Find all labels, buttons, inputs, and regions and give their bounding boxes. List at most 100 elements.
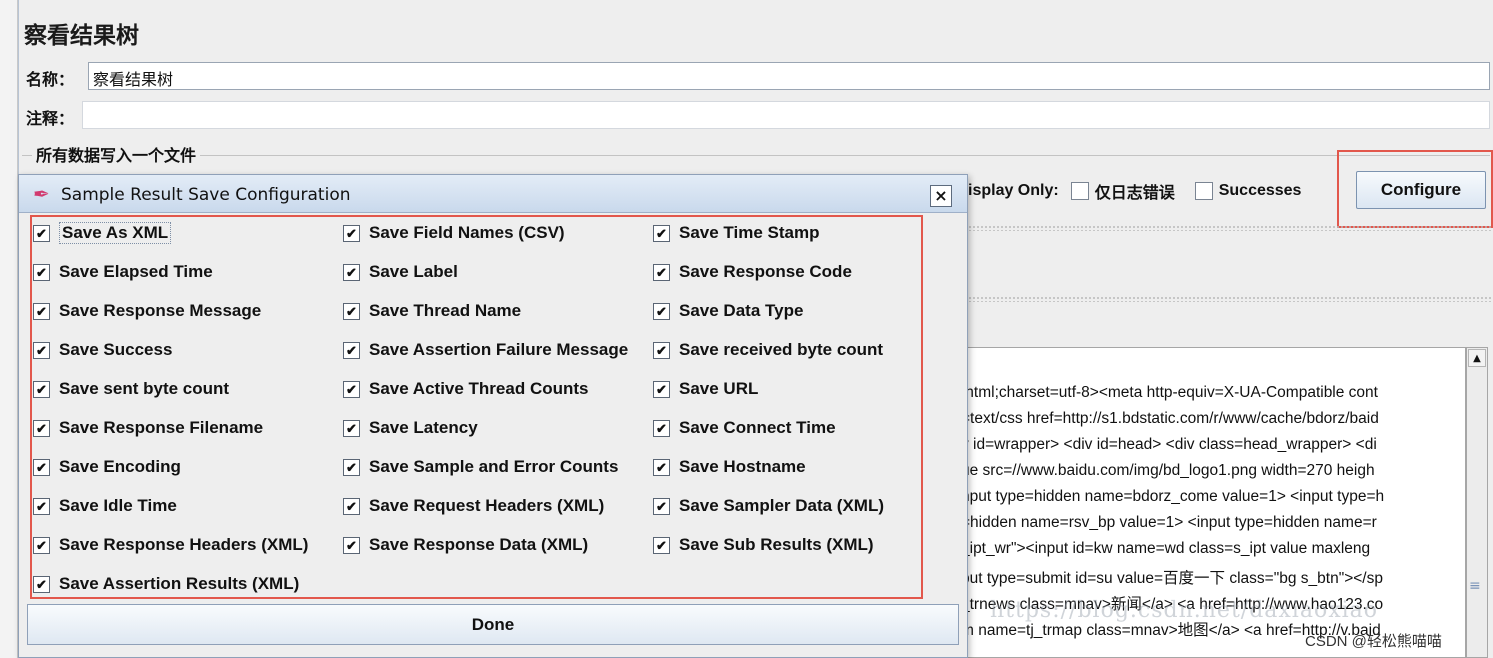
save-option-label: Save Response Filename xyxy=(59,418,264,437)
checkmark-icon[interactable]: ✔ xyxy=(653,419,670,437)
save-option-label: Save Connect Time xyxy=(679,418,836,437)
scroll-grip-icon[interactable]: ≡ xyxy=(1469,578,1481,594)
response-scrollbar[interactable]: ▲ ≡ xyxy=(1466,347,1488,658)
checkmark-icon[interactable]: ✔ xyxy=(653,263,670,281)
splitter-1[interactable] xyxy=(968,225,1493,231)
save-option-checkbox[interactable]: ✔ Save Response Headers (XML) xyxy=(33,532,308,558)
checkmark-icon[interactable]: ✔ xyxy=(653,380,670,398)
display-only-label: isplay Only: xyxy=(968,182,1059,199)
name-row: 名称： 察看结果树 xyxy=(22,61,1490,91)
save-option-checkbox[interactable]: ✔ Save Field Names (CSV) xyxy=(343,220,565,246)
response-line: ue src=//www.baidu.com/img/bd_logo1.png … xyxy=(961,462,1375,479)
save-option-checkbox[interactable]: ✔ Save Idle Time xyxy=(33,493,177,519)
checkmark-icon[interactable]: ✔ xyxy=(33,224,50,242)
save-option-label: Save Label xyxy=(369,262,458,281)
checkmark-icon[interactable]: ✔ xyxy=(653,341,670,359)
checkmark-icon[interactable]: ✔ xyxy=(653,458,670,476)
checkmark-icon[interactable]: ✔ xyxy=(33,263,50,281)
checkmark-icon[interactable]: ✔ xyxy=(653,497,670,515)
save-option-label: Save Hostname xyxy=(679,457,806,476)
save-option-checkbox[interactable]: ✔ Save Sample and Error Counts xyxy=(343,454,618,480)
save-option-label: Save Sample and Error Counts xyxy=(369,457,619,476)
checkmark-icon[interactable]: ✔ xyxy=(33,419,50,437)
checkmark-icon[interactable]: ✔ xyxy=(33,341,50,359)
checkmark-icon[interactable]: ✔ xyxy=(343,536,360,554)
checkmark-icon[interactable]: ✔ xyxy=(343,302,360,320)
done-button[interactable]: Done xyxy=(27,604,959,645)
save-option-checkbox[interactable]: ✔ Save Encoding xyxy=(33,454,181,480)
checkmark-icon[interactable]: ✔ xyxy=(33,536,50,554)
file-group-title: 所有数据写入一个文件 xyxy=(32,142,201,166)
save-option-label: Save Sampler Data (XML) xyxy=(679,496,885,515)
save-option-label: Save Response Code xyxy=(679,262,852,281)
log-errors-checkbox[interactable] xyxy=(1070,182,1089,200)
checkmark-icon[interactable]: ✔ xyxy=(343,224,360,242)
successes-checkbox[interactable] xyxy=(1194,182,1213,200)
save-config-dialog: ✒ Sample Result Save Configuration × ✔ Sa… xyxy=(18,174,968,658)
comment-label: 注释： xyxy=(26,109,75,128)
save-option-label: Save Time Stamp xyxy=(679,223,820,242)
checkmark-icon[interactable]: ✔ xyxy=(343,458,360,476)
save-option-checkbox[interactable]: ✔ Save Elapsed Time xyxy=(33,259,213,285)
save-option-label: Save Response Message xyxy=(59,301,262,320)
checkmark-icon[interactable]: ✔ xyxy=(33,575,50,593)
save-option-checkbox[interactable]: ✔ Save Response Message xyxy=(33,298,261,324)
log-errors-label: 仅日志错误 xyxy=(1094,185,1175,202)
save-option-label: Save Thread Name xyxy=(369,301,522,320)
checkmark-icon[interactable]: ✔ xyxy=(33,380,50,398)
save-option-checkbox[interactable]: ✔ Save Hostname xyxy=(653,454,806,480)
checkmark-icon[interactable]: ✔ xyxy=(33,497,50,515)
response-line: v id=wrapper> <div id=head> <div class=h… xyxy=(961,436,1377,453)
save-option-checkbox[interactable]: ✔ Save Success xyxy=(33,337,172,363)
save-option-label: Save Field Names (CSV) xyxy=(369,223,565,242)
save-option-checkbox[interactable]: ✔ Save Response Code xyxy=(653,259,852,285)
save-option-checkbox[interactable]: ✔ Save As XML xyxy=(33,220,172,246)
checkmark-icon[interactable]: ✔ xyxy=(653,536,670,554)
save-option-label: Save Sub Results (XML) xyxy=(679,535,874,554)
save-option-checkbox[interactable]: ✔ Save URL xyxy=(653,376,758,402)
save-option-checkbox[interactable]: ✔ Save Response Data (XML) xyxy=(343,532,588,558)
save-option-checkbox[interactable]: ✔ Save Thread Name xyxy=(343,298,521,324)
scroll-up-arrow-icon[interactable]: ▲ xyxy=(1468,349,1486,367)
save-option-checkbox[interactable]: ✔ Save Connect Time xyxy=(653,415,836,441)
response-line: _ipt_wr"><input id=kw name=wd class=s_ip… xyxy=(961,540,1371,557)
save-option-label: Save URL xyxy=(679,379,759,398)
checkmark-icon[interactable]: ✔ xyxy=(343,380,360,398)
checkmark-icon[interactable]: ✔ xyxy=(653,224,670,242)
save-option-checkbox[interactable]: ✔ Save Active Thread Counts xyxy=(343,376,589,402)
save-option-checkbox[interactable]: ✔ Save Assertion Failure Message xyxy=(343,337,628,363)
checkmark-icon[interactable]: ✔ xyxy=(343,419,360,437)
save-option-checkbox[interactable]: ✔ Save Sampler Data (XML) xyxy=(653,493,884,519)
save-option-checkbox[interactable]: ✔ Save Label xyxy=(343,259,458,285)
save-option-label: Save received byte count xyxy=(679,340,884,359)
save-option-checkbox[interactable]: ✔ Save Sub Results (XML) xyxy=(653,532,874,558)
left-strip xyxy=(0,0,18,658)
comment-field[interactable] xyxy=(82,101,1490,129)
response-line: =hidden name=rsv_bp value=1> <input type… xyxy=(961,514,1377,531)
save-option-checkbox[interactable]: ✔ Save Latency xyxy=(343,415,478,441)
dialog-titlebar[interactable]: ✒ Sample Result Save Configuration × xyxy=(19,175,967,213)
save-option-label: Save Response Data (XML) xyxy=(369,535,589,554)
save-option-checkbox[interactable]: ✔ Save Assertion Results (XML) xyxy=(33,571,299,597)
splitter-2[interactable] xyxy=(968,296,1493,302)
checkmark-icon[interactable]: ✔ xyxy=(33,458,50,476)
save-option-checkbox[interactable]: ✔ Save Request Headers (XML) xyxy=(343,493,604,519)
name-label: 名称： xyxy=(26,70,75,89)
feather-icon: ✒ xyxy=(33,182,50,206)
name-field[interactable]: 察看结果树 xyxy=(88,62,1490,90)
configure-button[interactable]: Configure xyxy=(1356,171,1486,209)
save-option-checkbox[interactable]: ✔ Save Time Stamp xyxy=(653,220,819,246)
checkmark-icon[interactable]: ✔ xyxy=(653,302,670,320)
checkmark-icon[interactable]: ✔ xyxy=(33,302,50,320)
checkmark-icon[interactable]: ✔ xyxy=(343,263,360,281)
save-option-checkbox[interactable]: ✔ Save Data Type xyxy=(653,298,803,324)
save-option-checkbox[interactable]: ✔ Save sent byte count xyxy=(33,376,229,402)
response-line: =text/css href=http://s1.bdstatic.com/r/… xyxy=(961,410,1379,427)
dialog-title: Sample Result Save Configuration xyxy=(61,185,351,205)
save-option-checkbox[interactable]: ✔ Save Response Filename xyxy=(33,415,263,441)
save-option-label: Save Success xyxy=(59,340,173,359)
save-option-checkbox[interactable]: ✔ Save received byte count xyxy=(653,337,883,363)
close-icon[interactable]: × xyxy=(930,185,952,207)
checkmark-icon[interactable]: ✔ xyxy=(343,341,360,359)
checkmark-icon[interactable]: ✔ xyxy=(343,497,360,515)
